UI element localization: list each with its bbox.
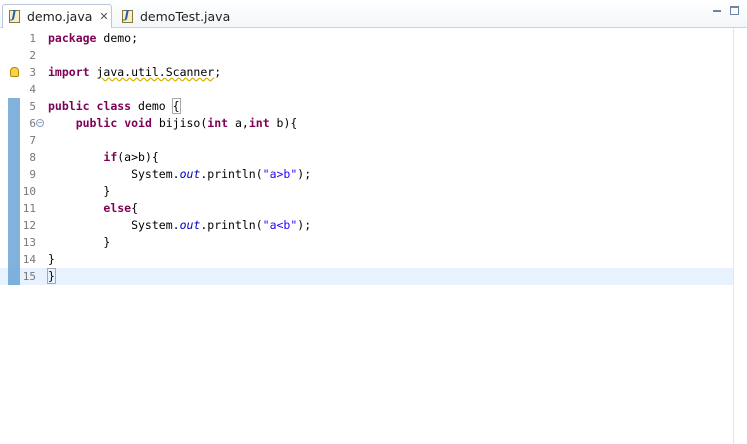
java-file-icon [122, 8, 133, 23]
java-file-icon [9, 8, 20, 23]
tab-demotest-java[interactable]: demoTest.java [118, 4, 238, 28]
minimize-button[interactable] [713, 10, 721, 13]
code-text: public void bijiso(int a,int b){ [75, 116, 298, 130]
line-number: 4 [29, 83, 36, 96]
code-line[interactable]: 8 if(a>b){ [0, 149, 733, 166]
line-number: 1 [29, 32, 36, 45]
fold-collapse-icon[interactable]: − [36, 119, 44, 127]
code-text: public class demo { [48, 98, 181, 114]
code-line[interactable]: 12 System.out.println("a<b"); [0, 217, 733, 234]
code-text: if(a>b){ [103, 150, 159, 164]
line-number: 14 [22, 253, 36, 266]
code-line[interactable]: 3 import java.util.Scanner; [0, 64, 733, 81]
code-text: } [48, 252, 55, 266]
editor-tab-bar: demo.java ✕ demoTest.java [0, 0, 747, 28]
close-icon[interactable]: ✕ [99, 11, 108, 22]
line-number: 8 [29, 151, 36, 164]
code-line[interactable]: 4 [0, 81, 733, 98]
code-editor[interactable]: 1 package demo; 2 3 import java.util.Scanner… [0, 28, 747, 444]
line-number: 7 [29, 134, 36, 147]
code-text: import java.util.Scanner; [48, 65, 222, 79]
code-text: } [48, 235, 111, 249]
code-line[interactable]: 14} [0, 251, 733, 268]
code-text: System.out.println("a<b"); [48, 218, 312, 232]
line-number: 9 [29, 168, 36, 181]
code-text: } [48, 184, 111, 198]
maximize-button[interactable] [730, 6, 739, 15]
line-number: 2 [29, 49, 36, 62]
code-line[interactable]: 5 public class demo { [0, 98, 733, 115]
line-number: 6 [29, 117, 36, 130]
code-line[interactable]: 7 [0, 132, 733, 149]
line-number: 15 [22, 270, 36, 283]
code-text: package demo; [48, 31, 139, 45]
line-number: 13 [22, 236, 36, 249]
code-line[interactable]: 2 [0, 47, 733, 64]
tab-label: demo.java [27, 9, 93, 24]
code-text: else{ [103, 201, 139, 215]
code-line[interactable]: 11 else{ [0, 200, 733, 217]
vertical-scrollbar[interactable] [733, 28, 747, 444]
code-line[interactable]: 9 System.out.println("a>b"); [0, 166, 733, 183]
code-line[interactable]: 10 } [0, 183, 733, 200]
code-line[interactable]: 15} [0, 268, 733, 285]
line-number: 10 [22, 185, 36, 198]
code-line[interactable]: 13 } [0, 234, 733, 251]
code-line[interactable]: 1 package demo; [0, 30, 733, 47]
code-text: } [47, 268, 56, 284]
line-number: 12 [22, 219, 36, 232]
code-line[interactable]: 6− public void bijiso(int a,int b){ [0, 115, 733, 132]
tab-demo-java[interactable]: demo.java ✕ [2, 4, 112, 28]
code-text: System.out.println("a>b"); [48, 167, 312, 181]
line-number: 3 [29, 66, 36, 79]
line-number: 11 [22, 202, 36, 215]
view-controls [713, 6, 739, 15]
tab-label: demoTest.java [140, 8, 231, 24]
line-number: 5 [29, 100, 36, 113]
